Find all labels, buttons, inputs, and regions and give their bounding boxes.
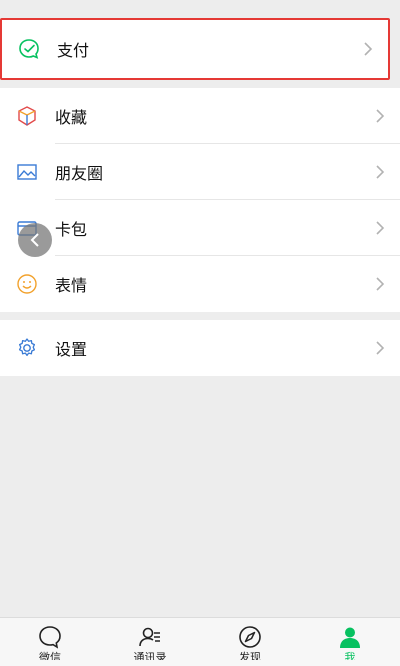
section-gap	[0, 312, 400, 320]
chevron-left-icon	[30, 233, 39, 247]
menu-item-label: 设置	[55, 340, 88, 359]
moments-picture-icon	[16, 161, 38, 183]
chevron-right-icon	[376, 165, 385, 179]
menu-item-favorites[interactable]: 收藏	[0, 88, 400, 144]
chevron-right-icon	[364, 42, 373, 56]
menu-item-label: 表情	[55, 276, 88, 295]
menu-item-moments[interactable]: 朋友圈	[0, 144, 400, 200]
menu-item-label: 支付	[57, 41, 90, 60]
menu-item-pay[interactable]: 支付	[0, 18, 390, 80]
chevron-right-icon	[376, 341, 385, 355]
tab-label: 通讯录	[133, 651, 167, 660]
compass-icon	[239, 626, 261, 648]
menu-group-settings: 设置	[0, 320, 400, 376]
section-gap	[0, 80, 400, 88]
chat-bubble-icon	[39, 626, 61, 649]
menu-item-label: 卡包	[55, 220, 88, 239]
tab-label: 我	[344, 651, 356, 660]
chevron-right-icon	[376, 277, 385, 291]
menu-item-settings[interactable]: 设置	[0, 320, 400, 376]
bottom-tab-bar: 微信 通讯录 发现 我	[0, 617, 400, 666]
wallet-icon	[18, 38, 40, 60]
floating-back-button[interactable]	[18, 223, 52, 257]
tab-label: 微信	[39, 651, 61, 660]
top-strip	[0, 0, 400, 8]
menu-item-card-wallet[interactable]: 卡包	[0, 200, 400, 256]
menu-item-stickers[interactable]: 表情	[0, 256, 400, 312]
chevron-right-icon	[376, 109, 385, 123]
tab-label: 发现	[239, 651, 261, 660]
tab-contacts[interactable]: 通讯录	[100, 618, 200, 666]
favorites-cube-icon	[16, 105, 38, 127]
sticker-smile-icon	[16, 273, 38, 295]
tab-chats[interactable]: 微信	[0, 618, 100, 666]
chevron-right-icon	[376, 221, 385, 235]
menu-item-label: 朋友圈	[55, 164, 104, 183]
menu-item-label: 收藏	[55, 108, 88, 127]
me-person-icon	[340, 627, 360, 648]
menu-group-main: 收藏 朋友圈 卡包 表情	[0, 88, 400, 312]
contacts-icon	[139, 627, 160, 647]
tab-discover[interactable]: 发现	[200, 618, 300, 666]
tab-me[interactable]: 我	[300, 618, 400, 666]
gear-icon	[16, 337, 38, 359]
